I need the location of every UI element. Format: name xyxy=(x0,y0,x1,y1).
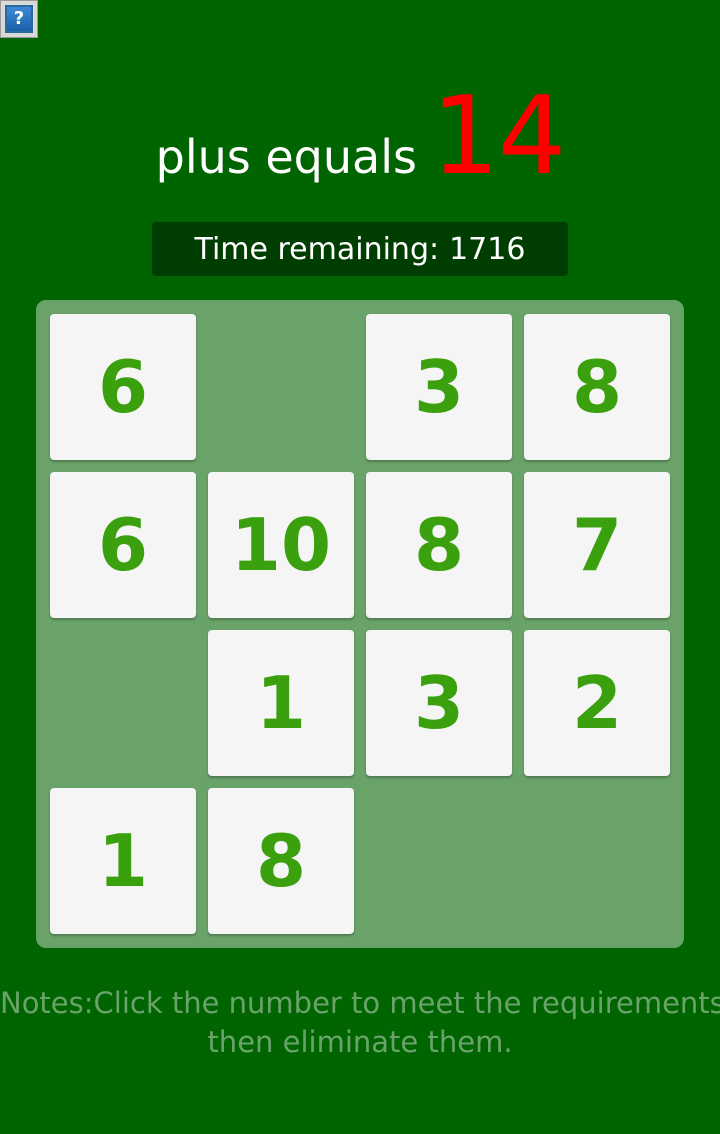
notes: Notes:Click the number to meet the requi… xyxy=(0,984,720,1062)
number-tile[interactable]: 2 xyxy=(524,630,670,776)
number-tile[interactable]: 3 xyxy=(366,630,512,776)
timer-box: Time remaining: 1716 xyxy=(152,222,568,276)
title-row: plus equals 14 xyxy=(0,74,720,199)
number-tile[interactable]: 6 xyxy=(50,314,196,460)
target-number: 14 xyxy=(430,74,566,199)
number-tile[interactable]: 10 xyxy=(208,472,354,618)
notes-line-2: then eliminate them. xyxy=(207,1025,513,1059)
help-button[interactable]: ? xyxy=(0,0,38,38)
number-tile[interactable]: 8 xyxy=(208,788,354,934)
timer-label: Time remaining: xyxy=(194,231,440,267)
title-label: plus equals xyxy=(155,130,417,184)
number-tile[interactable]: 6 xyxy=(50,472,196,618)
game-board: 6 3 8 6 10 8 7 1 3 2 1 8 xyxy=(36,300,684,948)
number-tile[interactable]: 3 xyxy=(366,314,512,460)
number-tile[interactable]: 1 xyxy=(50,788,196,934)
number-tile[interactable]: 1 xyxy=(208,630,354,776)
timer-value: 1716 xyxy=(449,231,526,267)
number-tile[interactable]: 8 xyxy=(366,472,512,618)
notes-line-1: Notes:Click the number to meet the requi… xyxy=(0,986,720,1020)
number-tile[interactable]: 8 xyxy=(524,314,670,460)
question-mark-icon: ? xyxy=(5,5,33,33)
number-tile[interactable]: 7 xyxy=(524,472,670,618)
